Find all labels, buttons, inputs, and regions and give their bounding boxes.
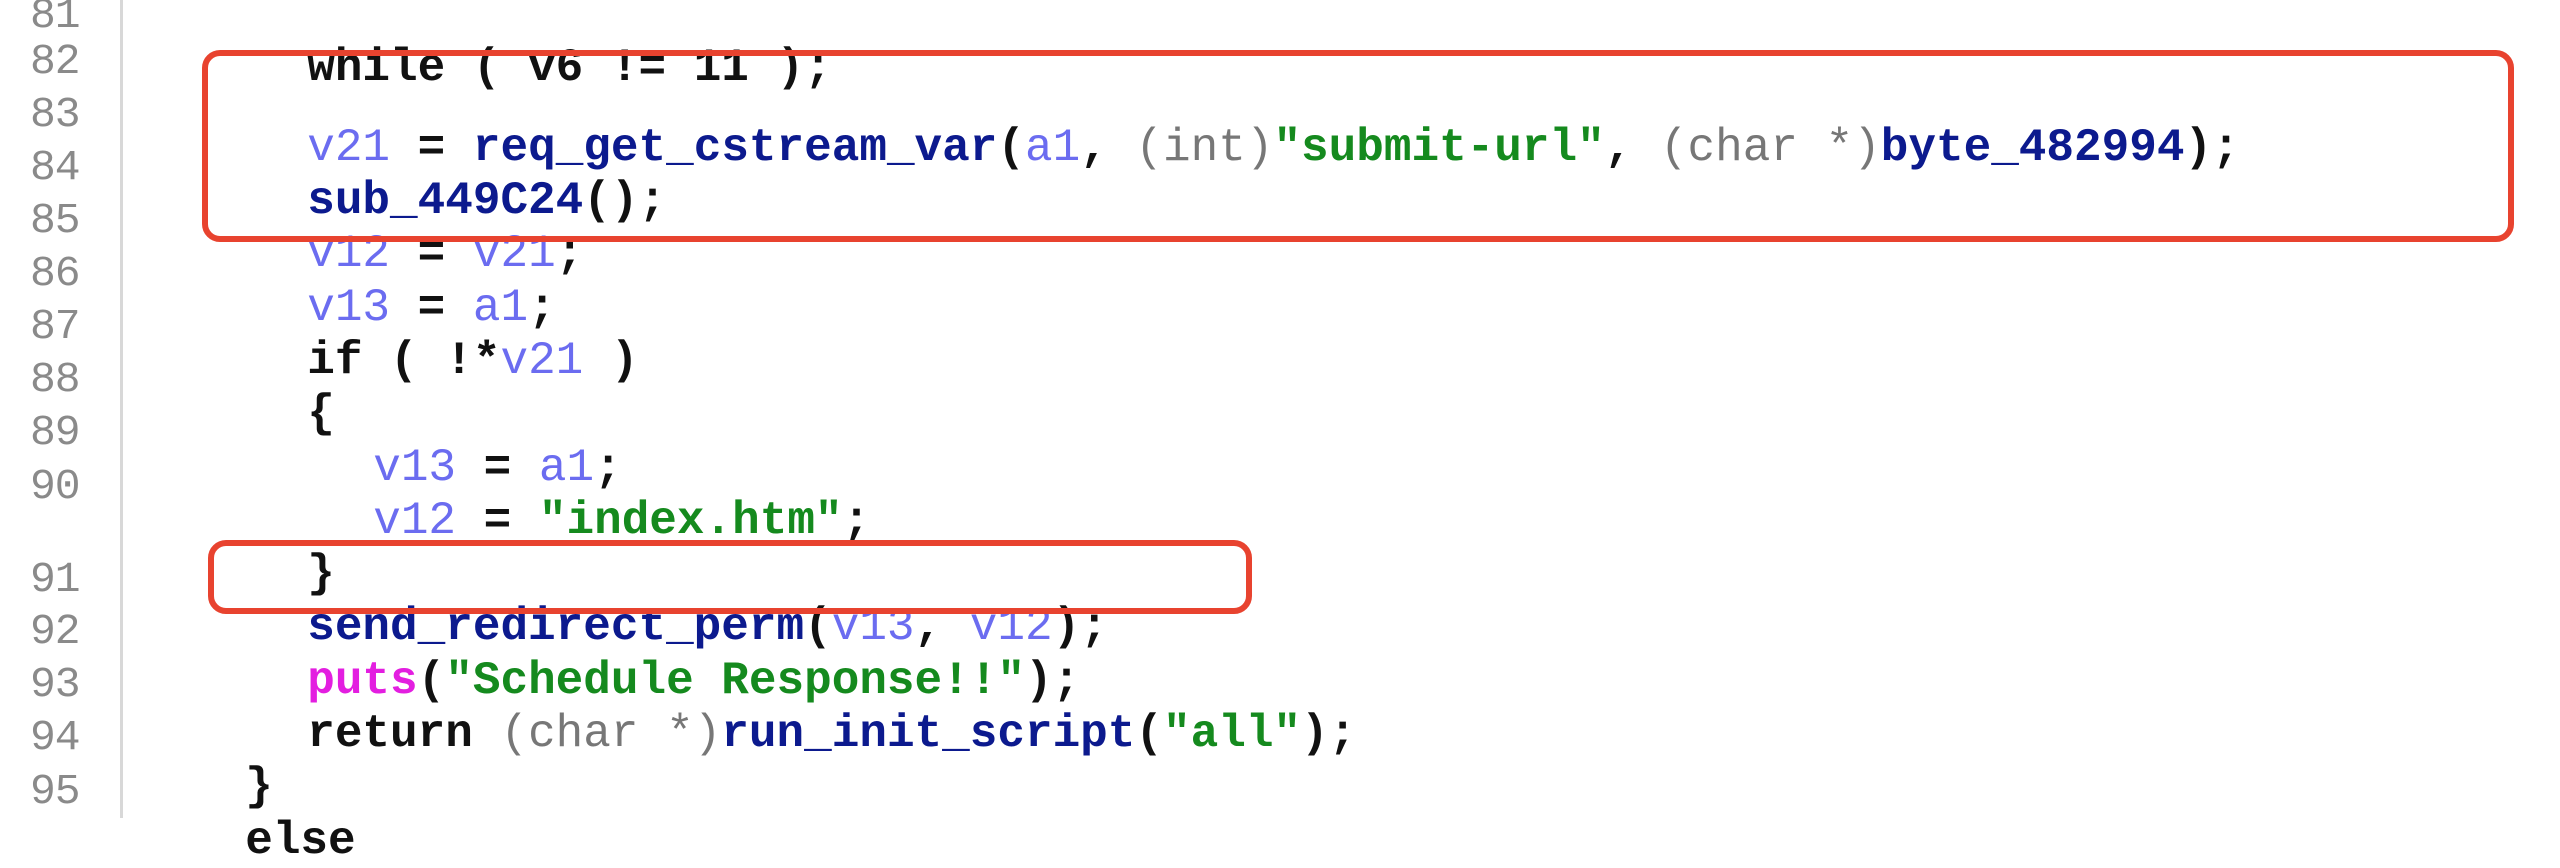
- paren-close: );: [1301, 707, 1357, 760]
- line-number: 88: [30, 355, 81, 404]
- line-number-gutter: 81 82 83 84 85 86 87 88 89 90 91 92 93 9…: [0, 0, 123, 818]
- line-number: 83: [30, 90, 81, 139]
- code-line-89: v12 = "index.htm";: [318, 441, 870, 548]
- line-number: 93: [30, 660, 81, 709]
- code-line-93: return (char *)run_init_script("all");: [252, 654, 1356, 761]
- if-condition-close: ): [583, 334, 639, 387]
- line-number: 82: [30, 37, 81, 86]
- semicolon: ;: [842, 494, 871, 547]
- line-number: 89: [30, 408, 81, 457]
- keyword-return: return: [307, 707, 473, 760]
- if-condition-open: ( !*: [362, 334, 501, 387]
- line-number: 91: [30, 555, 81, 604]
- line-number: 84: [30, 143, 81, 192]
- line-number: 86: [30, 249, 81, 298]
- var-v12: v12: [373, 494, 457, 547]
- highlight-box-source: [202, 50, 2514, 242]
- operator-assign: =: [456, 494, 539, 547]
- line-number: 90: [30, 462, 81, 511]
- function-run-init-script: run_init_script: [721, 707, 1136, 760]
- var-v21: v21: [500, 334, 584, 387]
- line-number: 92: [30, 607, 81, 656]
- line-number: 94: [30, 713, 81, 762]
- keyword-else: else: [245, 814, 356, 867]
- code-line-95: else: [190, 761, 356, 868]
- cast-char-ptr: (char *): [500, 707, 722, 760]
- string-all: "all": [1163, 707, 1302, 760]
- line-number: 87: [30, 302, 81, 351]
- paren-open: (: [1135, 707, 1163, 760]
- highlight-box-sink: [208, 540, 1252, 614]
- line-number: 95: [30, 767, 81, 816]
- line-number: 85: [30, 196, 81, 245]
- string-index-htm: "index.htm": [538, 494, 843, 547]
